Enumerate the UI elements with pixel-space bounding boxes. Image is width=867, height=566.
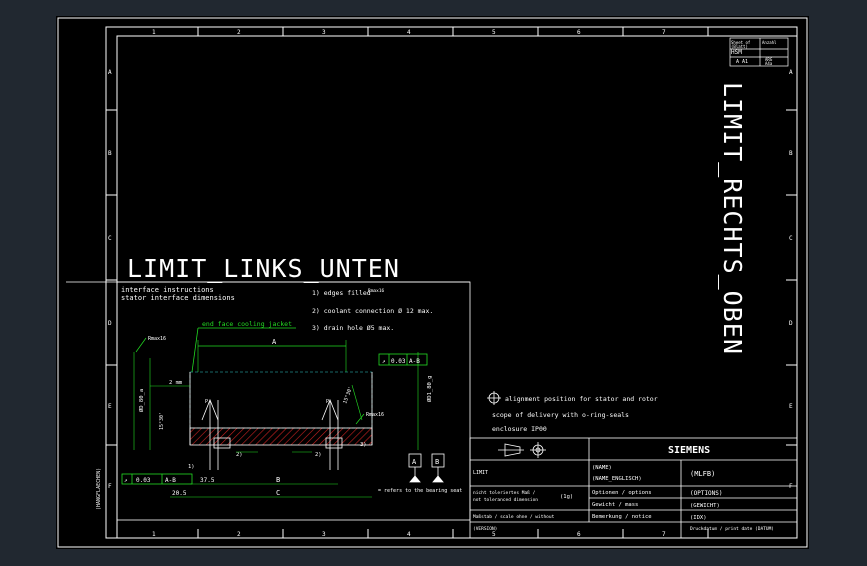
col-label: 3 — [322, 531, 326, 538]
col-label: 3 — [322, 29, 326, 36]
rmax-left: Rmax16 — [148, 336, 166, 342]
bearing-note: = refers to the bearing seat — [378, 488, 462, 494]
dia-left-label: ØD_80_a — [138, 389, 145, 412]
note-align: alignment position for stator and rotor — [505, 395, 658, 403]
marker-1: 1) — [188, 464, 195, 470]
marker-2b: 2) — [315, 452, 322, 458]
title-right: LIMIT_RECHTS_OBEN — [718, 82, 747, 355]
col-label: 1 — [152, 531, 156, 538]
tb-weight-val: (GEWICHT) — [690, 503, 720, 509]
p-marker-left: P — [205, 399, 208, 405]
tb-options-val: (OPTIONS) — [690, 490, 723, 497]
row-label: F — [789, 483, 793, 490]
row-label: B — [108, 150, 112, 157]
col-label: 4 — [407, 29, 411, 36]
tb-mlfb: (MLFB) — [690, 470, 715, 478]
corner-code: HSM — [731, 49, 742, 56]
col-label: 2 — [237, 531, 241, 538]
tb-name: (NAME) — [592, 465, 612, 471]
col-label: 7 — [662, 531, 666, 538]
tb-remark-label: Bemerkung / notice — [592, 514, 652, 520]
col-label: 4 — [407, 531, 411, 538]
corner-small2: A4a — [765, 61, 773, 66]
tol-bottom-symbol: ↗ — [124, 477, 128, 484]
note-1-sub: Rmax16 — [368, 288, 385, 294]
interface-heading: interface instructions — [121, 286, 214, 294]
tb-tol1: nicht toleriertes Maß / — [473, 490, 536, 496]
col-label: 7 — [662, 29, 666, 36]
tol-bottom-ref: A-B — [165, 477, 176, 484]
row-label: F — [108, 483, 112, 490]
col-label: 1 — [152, 29, 156, 36]
tb-remark-val: (IDX) — [690, 515, 707, 521]
tol-bottom-value: 0.03 — [136, 477, 151, 484]
row-label: D — [789, 320, 793, 327]
p-marker-right: P — [326, 399, 329, 405]
row-label: A — [789, 69, 793, 76]
tb-weight-label: Gewicht / mass — [592, 502, 638, 508]
marker-3: 3) — [360, 442, 367, 448]
hatched-section — [189, 427, 373, 446]
row-label: A — [108, 69, 112, 76]
tol-top-ref: A-B — [409, 358, 420, 365]
cad-drawing[interactable]: 1 2 3 4 5 6 7 1 2 3 4 5 6 7 A B C D E F … — [0, 0, 867, 562]
note-enclosure: enclosure IP00 — [492, 425, 547, 433]
col-label: 6 — [577, 29, 581, 36]
tb-tol2: not toleranced dimension — [473, 497, 538, 503]
row-label: E — [108, 403, 112, 410]
drawing-viewport[interactable]: 1 2 3 4 5 6 7 1 2 3 4 5 6 7 A B C D E F … — [0, 0, 867, 562]
tb-name-en: (NAME_ENGLISCH) — [592, 476, 642, 482]
corner-hdr3: Anzahl — [762, 40, 777, 45]
tb-doc: Druckdatum / print date (DATUM) — [690, 526, 774, 532]
angle-left-label: 15°30' — [159, 412, 165, 430]
note-3: 3) drain hole Ø5 max. — [312, 324, 394, 332]
dim-375-label: 37.5 — [200, 477, 215, 484]
col-label: 5 — [492, 531, 496, 538]
row-label: C — [108, 235, 112, 242]
dim-205-label: 20.5 — [172, 490, 187, 497]
datum-b-label: B — [435, 458, 439, 466]
green-label: end face cooling jacket — [202, 320, 292, 328]
row-label: D — [108, 320, 112, 327]
col-label: 6 — [577, 531, 581, 538]
dia-right-label: ØD1_80_g — [426, 376, 433, 403]
dim-c-label: C — [276, 489, 280, 497]
col-label: 2 — [237, 29, 241, 36]
note-scope: scope of delivery with o-ring-seals — [492, 411, 629, 419]
dim-2mm-label: 2 mm — [169, 380, 183, 386]
note-2: 2) coolant connection Ø 12 max. — [312, 307, 433, 315]
tb-tol-val: (1g) — [560, 494, 573, 500]
tol-top-symbol: ↗ — [382, 358, 386, 365]
side-label: (HANGFLAECHEN) — [96, 468, 102, 510]
title-left: LIMIT_LINKS_UNTEN — [127, 254, 400, 283]
tb-scale: Maßstab / scale ohne / without — [473, 514, 555, 520]
corner-size: A A1 — [736, 59, 748, 65]
row-label: E — [789, 403, 793, 410]
tb-version: (VERSION) — [473, 526, 497, 532]
marker-2: 2) — [236, 452, 243, 458]
rmax-right: Rmax16 — [366, 412, 384, 418]
col-label: 5 — [492, 29, 496, 36]
note-1: 1) edges filled — [312, 289, 371, 297]
tb-options-label: Optionen / options — [592, 490, 652, 496]
dim-b-label: B — [276, 476, 280, 484]
tol-top-value: 0.03 — [391, 358, 406, 365]
tb-limit: LIMIT — [473, 470, 488, 476]
row-label: C — [789, 235, 793, 242]
interface-subheading: stator interface dimensions — [121, 294, 235, 302]
row-label: B — [789, 150, 793, 157]
brand-logo: SIEMENS — [668, 445, 710, 456]
